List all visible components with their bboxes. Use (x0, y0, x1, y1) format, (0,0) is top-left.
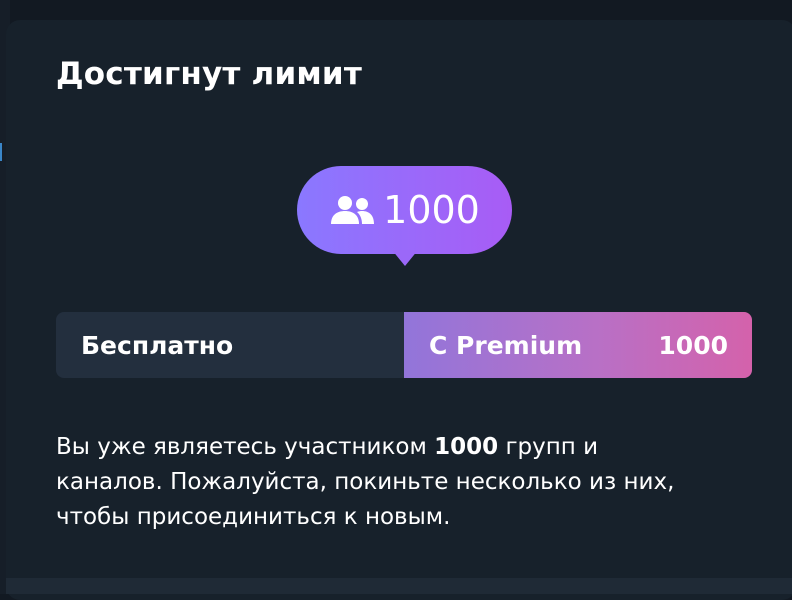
limit-badge: 1000 (297, 166, 512, 254)
description-count: 1000 (434, 434, 499, 460)
badge-tail (392, 250, 418, 266)
premium-tier-segment: С Premium 1000 (404, 312, 752, 378)
free-tier-segment: Бесплатно (56, 312, 404, 378)
dialog-title: Достигнут лимит (56, 56, 363, 92)
free-tier-label: Бесплатно (81, 330, 234, 360)
premium-tier-value: 1000 (658, 330, 728, 360)
dialog-footer (6, 578, 792, 594)
limit-reached-dialog: Достигнут лимит 1000 Бесплатно С Premium… (6, 20, 792, 600)
badge-count: 1000 (383, 188, 480, 232)
limit-description: Вы уже являетесь участником 1000 групп и… (56, 430, 706, 535)
premium-tier-label: С Premium (429, 330, 583, 360)
limit-comparison-bar: Бесплатно С Premium 1000 (56, 312, 752, 378)
background-accent (0, 143, 2, 161)
description-text-before: Вы уже являетесь участником (56, 434, 435, 460)
group-icon (331, 196, 375, 224)
